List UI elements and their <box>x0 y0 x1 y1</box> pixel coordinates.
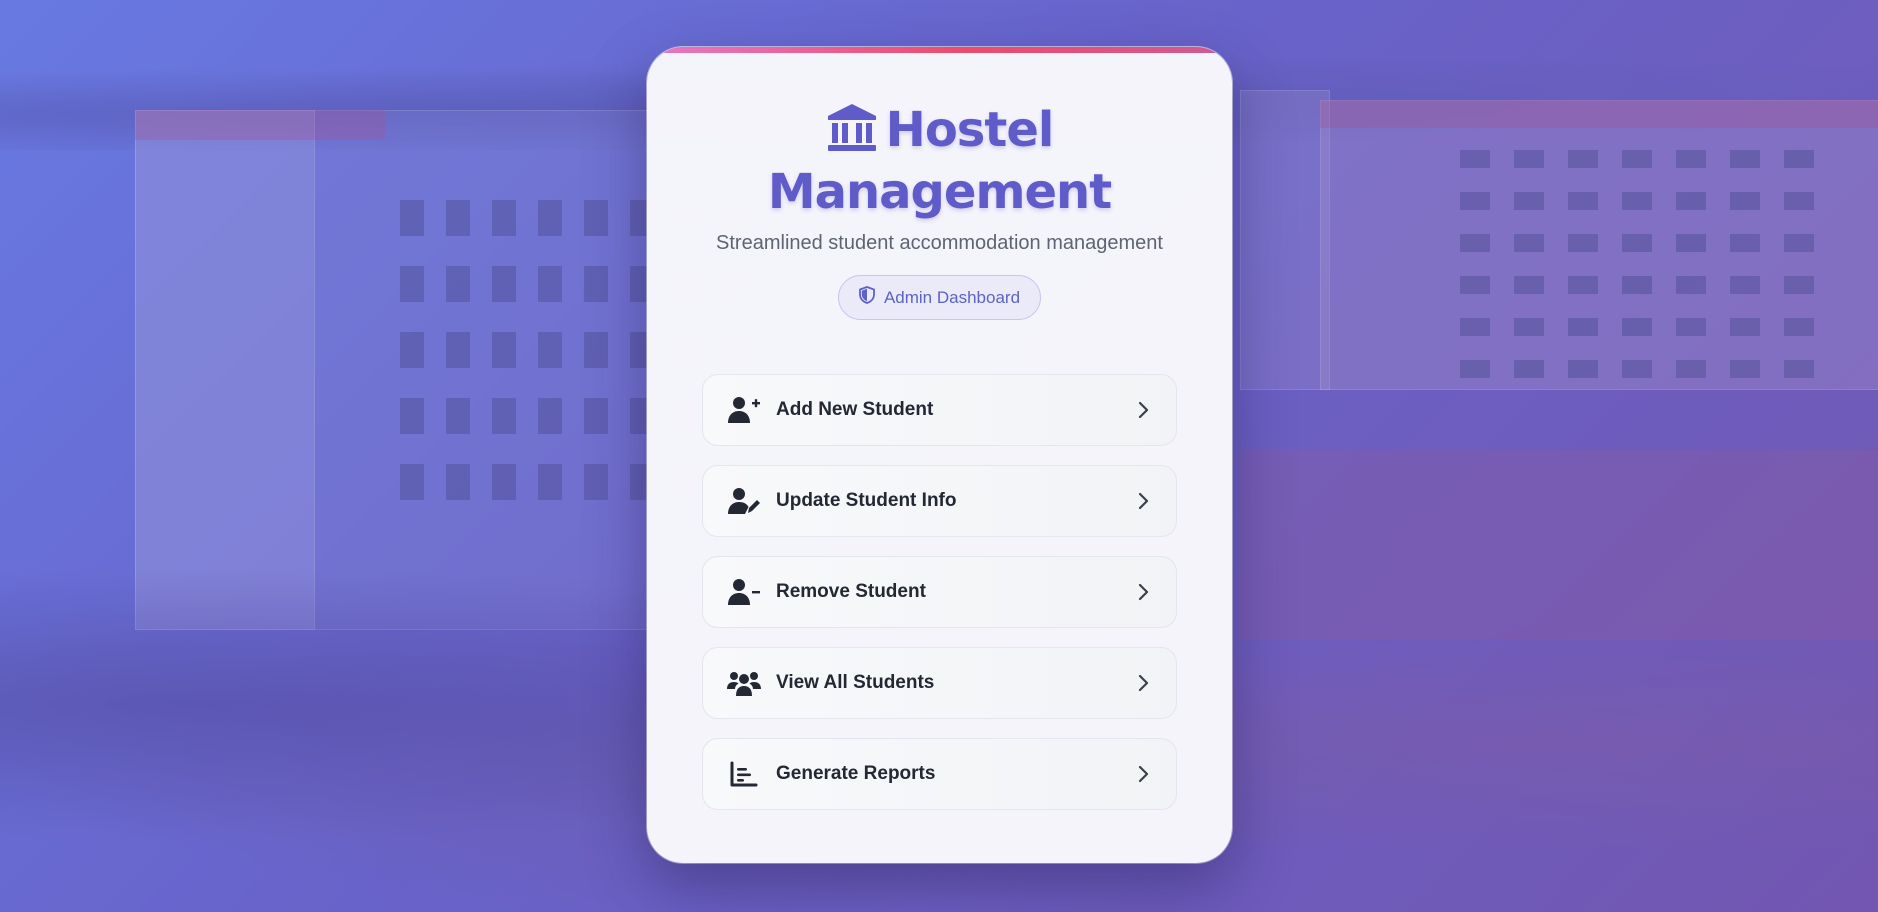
remove-student-button[interactable]: Remove Student <box>702 556 1177 628</box>
action-menu: Add New Student Update Student Info Remo… <box>702 374 1177 810</box>
user-edit-icon <box>727 486 761 516</box>
user-minus-icon <box>727 577 761 607</box>
title-line-1: Hostel <box>885 102 1055 158</box>
title-line-2: Management <box>767 164 1112 220</box>
menu-item-label: Add New Student <box>776 399 934 420</box>
chevron-right-icon <box>1134 764 1154 784</box>
view-all-students-button[interactable]: View All Students <box>702 647 1177 719</box>
subtitle: Streamlined student accommodation manage… <box>716 232 1163 254</box>
menu-item-label: Remove Student <box>776 581 926 602</box>
update-student-info-button[interactable]: Update Student Info <box>702 465 1177 537</box>
chevron-right-icon <box>1134 400 1154 420</box>
chart-bar-icon <box>727 759 761 789</box>
users-icon <box>727 668 761 698</box>
page-title: Hostel Management <box>647 102 1232 220</box>
shield-icon <box>859 286 875 309</box>
menu-item-label: Generate Reports <box>776 763 936 784</box>
badge-label: Admin Dashboard <box>883 287 1021 307</box>
main-card: Hostel Management Streamlined student ac… <box>647 47 1232 863</box>
building-columns-icon <box>826 102 878 164</box>
admin-dashboard-badge: Admin Dashboard <box>837 275 1042 320</box>
chevron-right-icon <box>1134 673 1154 693</box>
menu-item-label: View All Students <box>776 672 935 693</box>
chevron-right-icon <box>1134 582 1154 602</box>
menu-item-label: Update Student Info <box>776 490 957 511</box>
generate-reports-button[interactable]: Generate Reports <box>702 738 1177 810</box>
chevron-right-icon <box>1134 491 1154 511</box>
user-plus-icon <box>727 395 761 425</box>
add-new-student-button[interactable]: Add New Student <box>702 374 1177 446</box>
card-accent-bar <box>647 47 1232 53</box>
